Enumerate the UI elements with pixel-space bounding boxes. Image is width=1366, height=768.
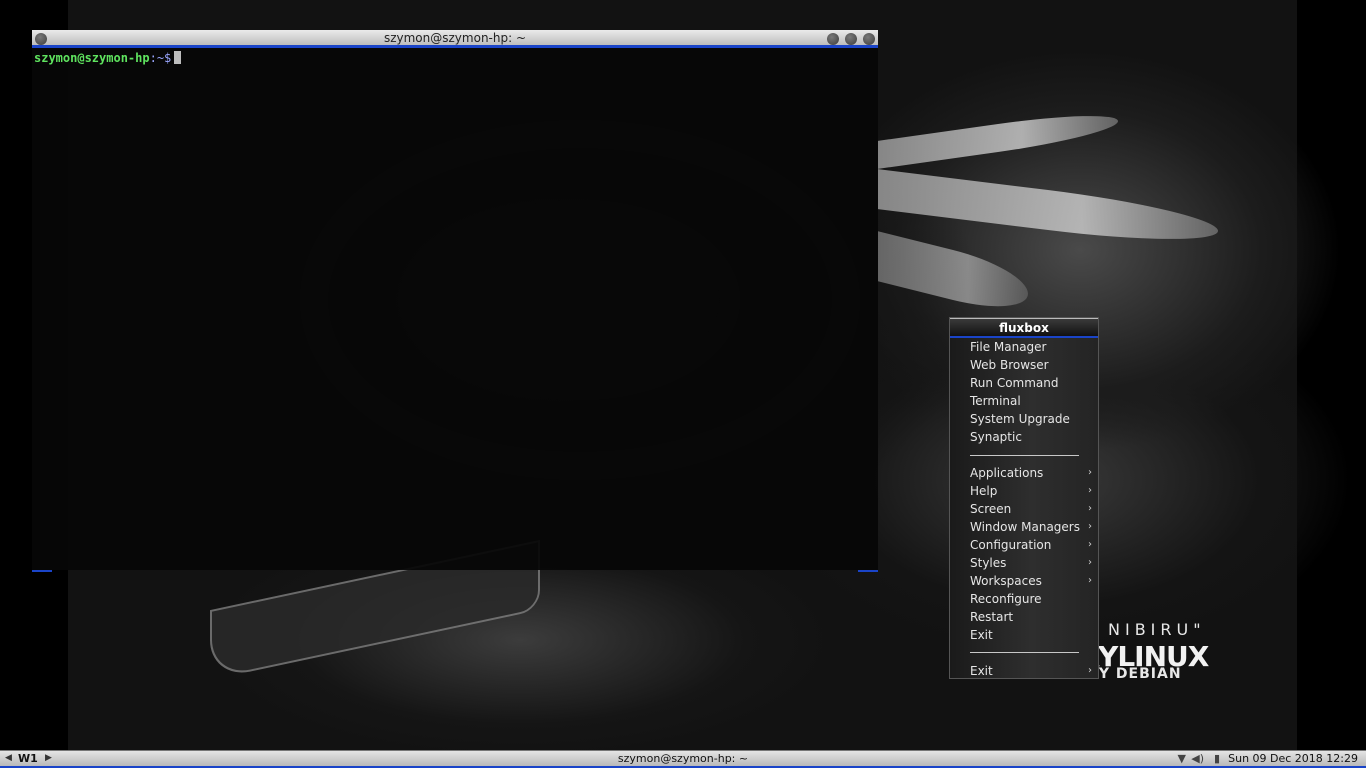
wallpaper-brand-debian: BY DEBIAN <box>1088 666 1182 682</box>
menu-item-file-manager[interactable]: File Manager <box>970 338 1098 356</box>
chevron-right-icon: › <box>1088 485 1092 496</box>
menu-item-screen[interactable]: Screen › <box>970 500 1098 518</box>
chevron-right-icon: › <box>1088 539 1092 550</box>
menu-item-run-command[interactable]: Run Command <box>970 374 1098 392</box>
terminal-content[interactable]: szymon@szymon-hp:~$ <box>32 48 878 68</box>
volume-icon[interactable]: ◀) <box>1191 752 1204 765</box>
menu-item-reconfigure[interactable]: Reconfigure <box>970 590 1098 608</box>
menu-item-exit-submenu[interactable]: Exit › <box>970 662 1098 680</box>
maximize-icon[interactable] <box>845 33 857 45</box>
menu-item-terminal[interactable]: Terminal <box>970 392 1098 410</box>
close-icon[interactable] <box>863 33 875 45</box>
menu-item-workspaces[interactable]: Workspaces › <box>970 572 1098 590</box>
wallpaper-blade <box>878 169 1218 251</box>
menu-item-styles[interactable]: Styles › <box>970 554 1098 572</box>
menu-item-window-managers[interactable]: Window Managers › <box>970 518 1098 536</box>
menu-item-restart[interactable]: Restart <box>970 608 1098 626</box>
menu-item-exit[interactable]: Exit <box>970 626 1098 644</box>
menu-title: fluxbox <box>950 318 1098 338</box>
chevron-right-icon: › <box>1088 557 1092 568</box>
terminal-window[interactable]: szymon@szymon-hp: ~ szymon@szymon-hp:~$ <box>32 30 878 572</box>
menu-item-applications[interactable]: Applications › <box>970 464 1098 482</box>
menu-item-help[interactable]: Help › <box>970 482 1098 500</box>
menu-item-configuration[interactable]: Configuration › <box>970 536 1098 554</box>
terminal-titlebar[interactable]: szymon@szymon-hp: ~ <box>32 30 878 48</box>
resize-grip-right[interactable] <box>858 570 878 572</box>
chevron-right-icon: › <box>1088 575 1092 586</box>
chevron-right-icon: › <box>1088 467 1092 478</box>
clock[interactable]: Sun 09 Dec 2018 12:29 <box>1228 752 1358 765</box>
chevron-right-icon: › <box>1088 503 1092 514</box>
menu-separator <box>970 455 1079 456</box>
text-cursor <box>174 51 182 64</box>
menu-separator <box>970 652 1079 653</box>
fluxbox-root-menu[interactable]: fluxbox File Manager Web Browser Run Com… <box>949 317 1099 679</box>
minimize-icon[interactable] <box>827 33 839 45</box>
wallpaper-blade <box>878 231 1028 319</box>
menu-item-system-upgrade[interactable]: System Upgrade <box>970 410 1098 428</box>
chevron-right-icon: › <box>1088 521 1092 532</box>
resize-grip-left[interactable] <box>32 570 52 572</box>
prompt-path: :~$ <box>149 51 172 65</box>
wallpaper-blade <box>878 107 1118 169</box>
prompt-user: szymon@szymon-hp <box>34 51 150 65</box>
taskbar-task-terminal[interactable]: szymon@szymon-hp: ~ <box>0 752 1366 765</box>
battery-icon[interactable]: ▮ <box>1214 752 1220 765</box>
terminal-title: szymon@szymon-hp: ~ <box>383 31 527 45</box>
menu-item-web-browser[interactable]: Web Browser <box>970 356 1098 374</box>
wifi-icon[interactable]: ▼ <box>1178 752 1186 765</box>
taskbar: ◀ W1 ▶ szymon@szymon-hp: ~ ▼ ◀) ▮ Sun 09… <box>0 750 1366 768</box>
menu-item-synaptic[interactable]: Synaptic <box>970 428 1098 446</box>
wallpaper-brand-nibiru: NIBIRU" <box>1108 620 1206 639</box>
chevron-right-icon: › <box>1088 665 1092 676</box>
